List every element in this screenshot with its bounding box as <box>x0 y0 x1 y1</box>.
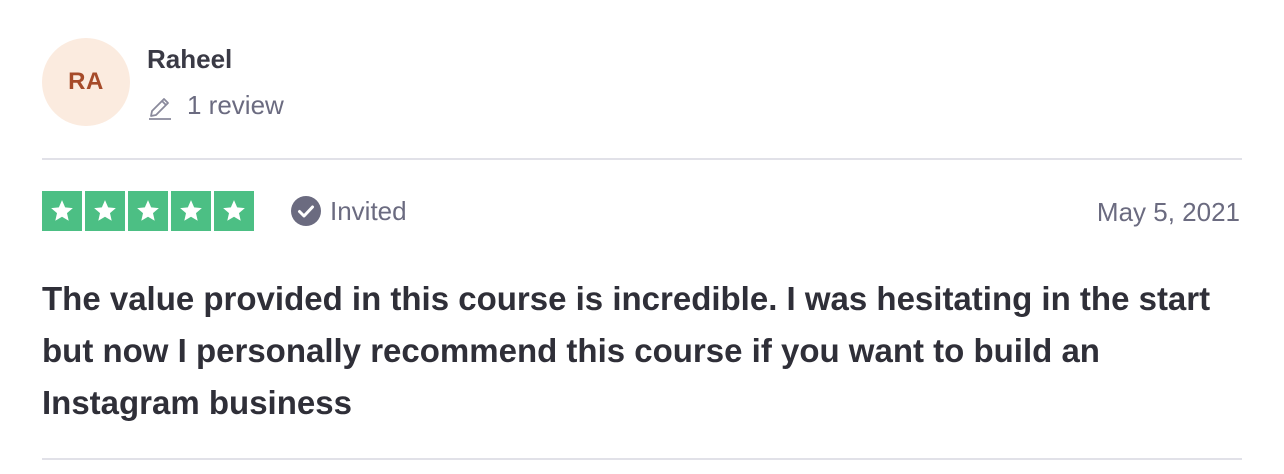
footer-divider <box>42 458 1242 460</box>
avatar[interactable]: RA <box>42 38 130 126</box>
pencil-icon <box>147 92 173 120</box>
star-rating <box>42 191 254 231</box>
star-icon <box>171 191 211 231</box>
star-icon <box>42 191 82 231</box>
review-date: May 5, 2021 <box>1096 197 1240 227</box>
review-count: 1 review <box>187 90 284 120</box>
star-icon <box>128 191 168 231</box>
review-card: RA Raheel 1 review Invited May 5, 2021 T… <box>0 0 1284 474</box>
invited-badge[interactable]: Invited <box>290 195 407 227</box>
avatar-initials: RA <box>68 68 104 95</box>
check-circle-icon <box>290 195 322 227</box>
star-icon <box>85 191 125 231</box>
review-text: The value provided in this course is inc… <box>42 280 1211 421</box>
star-icon <box>214 191 254 231</box>
header-divider <box>42 158 1242 160</box>
reviewer-name[interactable]: Raheel <box>147 44 232 75</box>
invited-label: Invited <box>330 195 407 226</box>
review-count-row: 1 review <box>147 90 284 121</box>
